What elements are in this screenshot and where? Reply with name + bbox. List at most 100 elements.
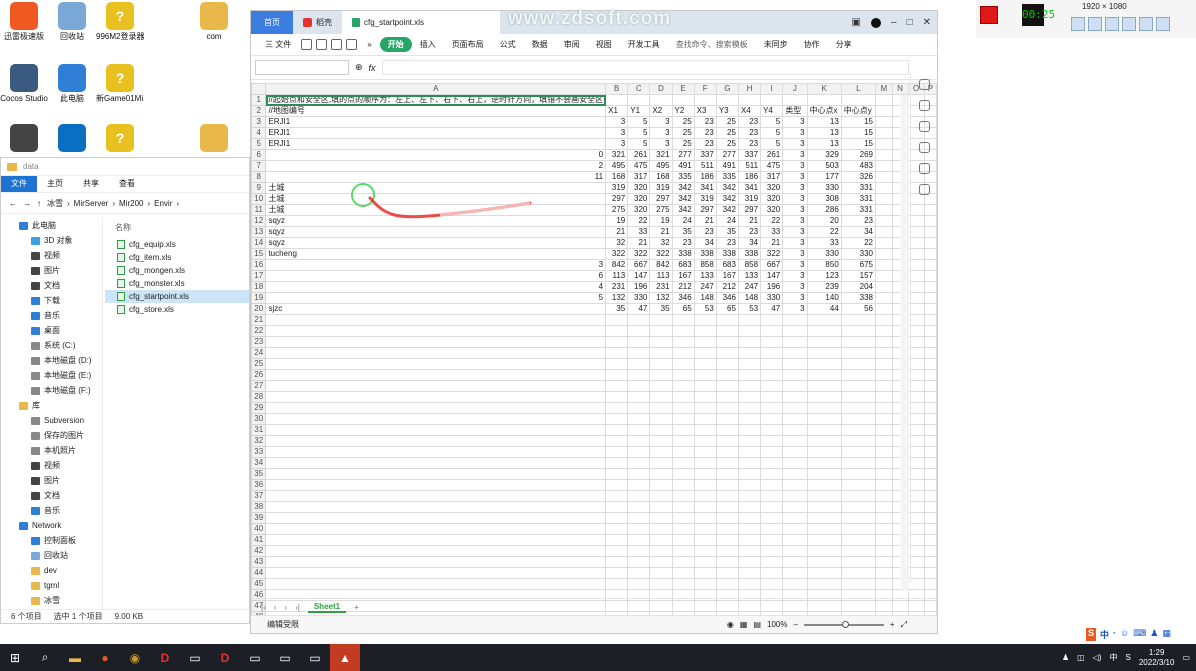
cell[interactable]: 21 (693, 215, 717, 227)
cell[interactable]: 3 (649, 116, 673, 128)
cell[interactable] (840, 556, 877, 568)
cell[interactable]: 330 (806, 248, 842, 260)
cell[interactable] (715, 446, 739, 458)
cell[interactable] (627, 479, 651, 491)
cell[interactable] (649, 578, 673, 590)
cell[interactable]: 3 (782, 226, 808, 238)
cell[interactable] (627, 325, 651, 337)
cell[interactable]: Y3 (715, 105, 739, 117)
row-header[interactable]: 41 (250, 534, 267, 546)
cell[interactable] (605, 479, 629, 491)
cell[interactable] (605, 424, 629, 436)
cell[interactable] (649, 347, 673, 359)
cell[interactable]: 中心点y (840, 105, 877, 117)
cell[interactable]: 346 (671, 292, 695, 304)
nav-item[interactable]: 视频 (1, 248, 102, 263)
row-header[interactable]: 42 (250, 545, 267, 557)
cell[interactable] (737, 556, 762, 568)
cell[interactable] (806, 347, 842, 359)
cell[interactable] (627, 369, 651, 381)
cell[interactable]: 342 (671, 193, 695, 205)
cell[interactable]: X2 (649, 105, 673, 117)
cell[interactable]: 511 (737, 160, 762, 172)
cell[interactable] (760, 347, 784, 359)
cell[interactable] (693, 435, 717, 447)
cell[interactable] (875, 127, 893, 139)
location-icon[interactable] (918, 184, 930, 195)
cell[interactable] (671, 512, 695, 524)
cell[interactable] (265, 369, 607, 381)
cell[interactable] (806, 457, 842, 469)
row-header[interactable]: 4 (250, 127, 267, 139)
cell[interactable] (693, 358, 717, 370)
cell[interactable] (875, 567, 893, 579)
cell[interactable] (693, 424, 717, 436)
row-header[interactable]: 26 (250, 369, 267, 381)
cell[interactable] (806, 94, 842, 106)
row-header[interactable]: 34 (250, 457, 267, 469)
cell[interactable] (840, 336, 877, 348)
cell[interactable]: 322 (649, 248, 673, 260)
cell[interactable] (693, 468, 717, 480)
tray-person-icon[interactable]: ♟ (1062, 653, 1069, 662)
cell[interactable] (605, 556, 629, 568)
cell[interactable]: 22 (627, 215, 651, 227)
cell[interactable]: 21 (737, 215, 762, 227)
cell[interactable]: 326 (840, 171, 877, 183)
desktop-icon[interactable]: Cocos Studio (0, 64, 48, 103)
cell[interactable] (715, 435, 739, 447)
breadcrumb-item[interactable]: Envir (154, 199, 172, 208)
cell[interactable]: 168 (605, 171, 629, 183)
prev-sheet-icon[interactable]: ‹ (274, 603, 277, 612)
cell[interactable] (605, 534, 629, 546)
cell[interactable]: 329 (806, 149, 842, 161)
cell[interactable]: 23 (693, 116, 717, 128)
cell[interactable]: 3 (782, 182, 808, 194)
cell[interactable] (737, 523, 762, 535)
cell[interactable] (782, 556, 808, 568)
row-header[interactable]: 15 (250, 248, 267, 260)
cell[interactable] (737, 391, 762, 403)
file-list-item[interactable]: cfg_store.xls (105, 303, 249, 316)
cell[interactable] (737, 457, 762, 469)
ribbon-tab[interactable]: 共享 (73, 176, 109, 192)
cell[interactable]: 25 (715, 116, 739, 128)
tab-docer[interactable]: 稻壳 (293, 11, 342, 34)
cell[interactable] (605, 369, 629, 381)
cell[interactable] (840, 457, 877, 469)
cell[interactable]: 341 (737, 182, 762, 194)
cell[interactable] (875, 193, 893, 205)
cell[interactable] (782, 347, 808, 359)
cell[interactable] (265, 391, 607, 403)
cell[interactable] (715, 512, 739, 524)
cell[interactable]: 3 (782, 204, 808, 216)
cell[interactable] (671, 556, 695, 568)
cell[interactable]: 491 (671, 160, 695, 172)
cell[interactable] (715, 490, 739, 502)
recorder-mic-button[interactable] (1088, 17, 1102, 31)
cell[interactable]: 475 (627, 160, 651, 172)
ime-button[interactable]: ⌨ (1133, 628, 1146, 641)
cell[interactable]: 683 (671, 259, 695, 271)
cell[interactable] (265, 380, 607, 392)
cell[interactable]: 320 (627, 204, 651, 216)
ribbon-menu-item[interactable]: 公式 (492, 39, 524, 50)
cell[interactable]: 23 (671, 237, 695, 249)
ime-button[interactable]: S (1086, 628, 1097, 641)
desktop-icon[interactable]: com (190, 2, 238, 41)
cell[interactable] (737, 468, 762, 480)
row-header[interactable]: 11 (250, 204, 267, 216)
nav-item[interactable]: 图片 (1, 263, 102, 278)
column-header[interactable]: L (840, 83, 877, 95)
cell[interactable] (693, 578, 717, 590)
cell[interactable]: 4 (265, 281, 607, 293)
cell[interactable]: 675 (840, 259, 877, 271)
cell[interactable]: 21 (649, 226, 673, 238)
taskbar-d-icon[interactable]: D (150, 644, 180, 671)
cell[interactable] (265, 468, 607, 480)
cell[interactable]: 475 (760, 160, 784, 172)
cell[interactable] (671, 534, 695, 546)
cell[interactable] (265, 512, 607, 524)
cell[interactable] (627, 402, 651, 414)
recorder-settings-button[interactable] (1156, 17, 1170, 31)
